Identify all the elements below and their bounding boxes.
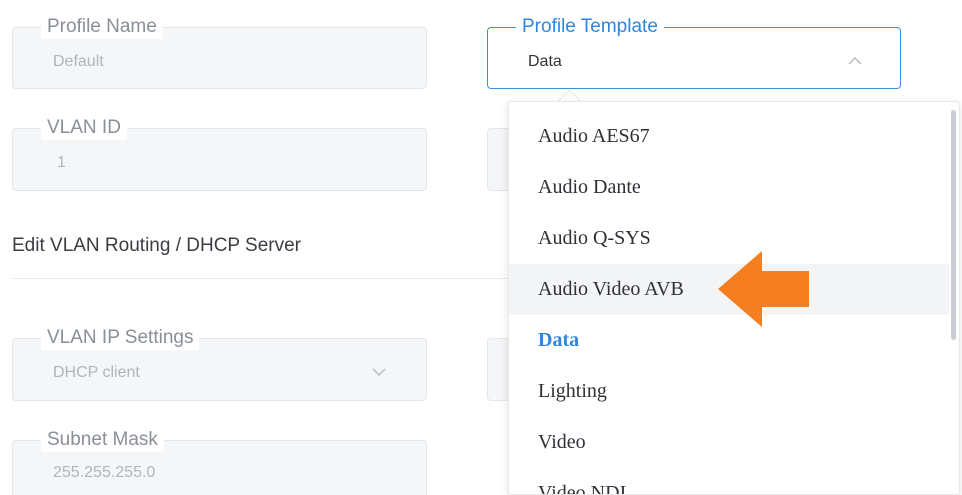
chevron-up-icon[interactable] bbox=[848, 56, 862, 66]
dropdown-scrollbar[interactable] bbox=[951, 110, 956, 340]
option-video-ndi[interactable]: Video NDI bbox=[509, 468, 949, 494]
section-title: Edit VLAN Routing / DHCP Server bbox=[12, 235, 301, 256]
option-lighting[interactable]: Lighting bbox=[509, 366, 949, 417]
profile-template-value: Data bbox=[528, 53, 562, 70]
vlan-id-field[interactable]: VLAN ID 1 bbox=[12, 116, 427, 191]
section-divider bbox=[12, 278, 512, 279]
option-audio-aes67[interactable]: Audio AES67 bbox=[509, 111, 949, 162]
profile-name-field[interactable]: Profile Name Default bbox=[12, 15, 427, 89]
annotation-arrow-icon bbox=[712, 249, 812, 329]
profile-template-label: Profile Template bbox=[516, 15, 664, 39]
vlan-id-label: VLAN ID bbox=[41, 116, 127, 140]
subnet-mask-field[interactable]: Subnet Mask 255.255.255.0 bbox=[12, 428, 427, 495]
vlan-ip-settings-select[interactable]: VLAN IP Settings DHCP client bbox=[12, 326, 427, 401]
profile-name-value: Default bbox=[53, 53, 104, 70]
option-video[interactable]: Video bbox=[509, 417, 949, 468]
subnet-mask-value: 255.255.255.0 bbox=[53, 464, 156, 481]
profile-name-label: Profile Name bbox=[41, 15, 163, 39]
vlan-ip-settings-label: VLAN IP Settings bbox=[41, 326, 200, 350]
profile-template-select[interactable]: Profile Template Data bbox=[487, 15, 901, 89]
subnet-mask-label: Subnet Mask bbox=[41, 428, 164, 452]
chevron-down-icon[interactable] bbox=[372, 367, 386, 377]
vlan-id-value: 1 bbox=[57, 154, 66, 171]
option-audio-dante[interactable]: Audio Dante bbox=[509, 162, 949, 213]
vlan-ip-settings-value: DHCP client bbox=[53, 364, 140, 381]
